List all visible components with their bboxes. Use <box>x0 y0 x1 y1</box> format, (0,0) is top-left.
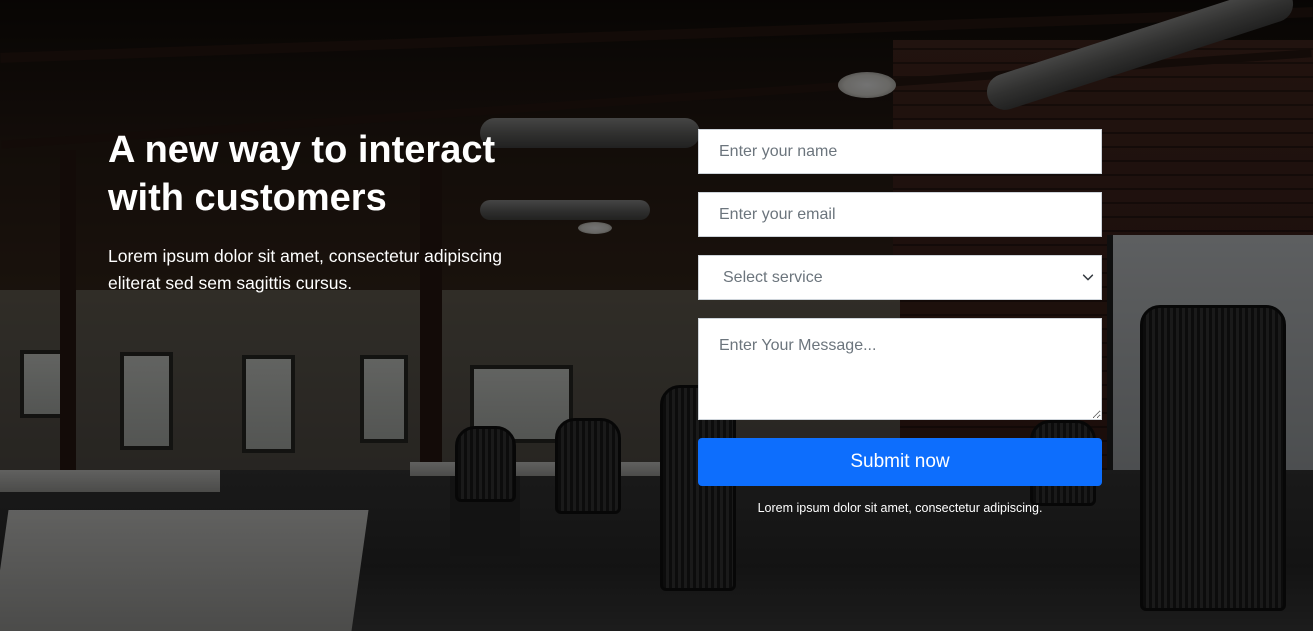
name-input[interactable] <box>698 129 1102 174</box>
hero-headline: A new way to interact with customers <box>108 129 496 219</box>
message-textarea[interactable] <box>698 318 1102 420</box>
service-select[interactable]: Select service <box>698 255 1102 300</box>
chevron-down-icon <box>1082 274 1094 281</box>
submit-button[interactable]: Submit now <box>698 438 1102 486</box>
form-note: Lorem ipsum dolor sit amet, consectetur … <box>757 501 1043 515</box>
hero-subtext: Lorem ipsum dolor sit amet, consectetur … <box>108 246 502 293</box>
contact-form: Select service Submit now Lorem ipsum do… <box>698 129 1102 515</box>
service-select-value: Select service <box>723 269 823 286</box>
hero-section: A new way to interact with customers Lor… <box>0 0 1313 631</box>
email-input[interactable] <box>698 192 1102 237</box>
hero-content: A new way to interact with customers Lor… <box>0 0 1313 631</box>
